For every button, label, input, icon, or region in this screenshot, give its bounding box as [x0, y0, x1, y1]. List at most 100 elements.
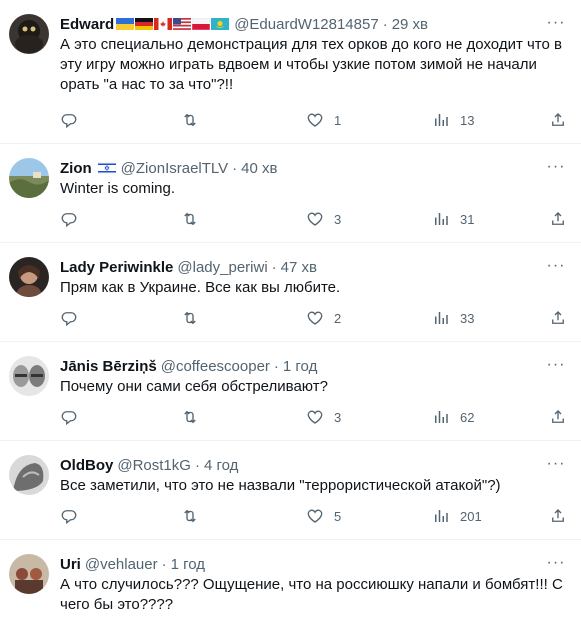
display-name[interactable]: OldBoy	[60, 457, 113, 474]
more-options-icon[interactable]: ···	[545, 552, 567, 574]
like-button[interactable]: 3	[306, 408, 341, 426]
timestamp[interactable]: 47 хв	[281, 259, 317, 276]
reply-button[interactable]	[60, 309, 78, 327]
share-icon	[549, 507, 567, 525]
timestamp[interactable]: 4 год	[204, 457, 238, 474]
more-options-icon[interactable]: ···	[545, 255, 567, 277]
avatar[interactable]	[9, 554, 49, 594]
tweet[interactable]: Jānis Bērziņš @coffeescooper · 1 год Поч…	[0, 342, 581, 441]
share-button[interactable]	[549, 507, 567, 525]
heart-icon	[306, 408, 324, 426]
handle[interactable]: @lady_periwi	[177, 259, 267, 276]
avatar[interactable]	[9, 257, 49, 297]
avatar[interactable]	[9, 14, 49, 54]
handle[interactable]: @vehlauer	[85, 556, 158, 573]
reply-icon	[60, 507, 78, 525]
handle[interactable]: @EduardW12814857	[234, 16, 379, 33]
timestamp[interactable]: 40 хв	[241, 160, 277, 177]
views-count: 62	[460, 409, 475, 425]
share-button[interactable]	[549, 408, 567, 426]
retweet-icon	[181, 309, 199, 327]
display-name[interactable]: Lady Periwinkle	[60, 259, 173, 276]
views-count: 33	[460, 310, 475, 326]
retweet-button[interactable]	[181, 507, 199, 525]
reply-button[interactable]	[60, 210, 78, 228]
like-count: 5	[334, 508, 342, 524]
views-button[interactable]: 31	[432, 210, 474, 228]
like-button[interactable]: 5	[306, 507, 341, 525]
avatar[interactable]	[9, 158, 49, 198]
germany-flag-icon	[135, 18, 154, 30]
tweet-text: А это специально демонстрация для тех ор…	[60, 36, 567, 93]
share-icon	[549, 408, 567, 426]
display-name[interactable]: Jānis Bērziņš	[60, 358, 157, 375]
more-options-icon[interactable]: ···	[545, 156, 567, 178]
reply-button[interactable]	[60, 408, 78, 426]
reply-icon	[60, 111, 78, 129]
like-button[interactable]: 2	[306, 309, 341, 327]
like-count: 1	[334, 112, 342, 128]
heart-icon	[306, 111, 324, 129]
kazakhstan-flag-icon	[211, 18, 230, 30]
retweet-button[interactable]	[181, 408, 199, 426]
handle[interactable]: @Rost1kG	[117, 457, 191, 474]
retweet-icon	[181, 408, 199, 426]
avatar[interactable]	[9, 455, 49, 495]
tweet[interactable]: Edward @EduardW12814857 · 29 хв А это сп…	[0, 0, 581, 144]
reply-button[interactable]	[60, 111, 78, 129]
tweet-text: Winter is coming.	[60, 180, 176, 197]
share-icon	[549, 210, 567, 228]
views-button[interactable]: 62	[432, 408, 474, 426]
retweet-icon	[181, 210, 199, 228]
tweet[interactable]: OldBoy @Rost1kG · 4 год Все заметили, чт…	[0, 441, 581, 540]
reply-icon	[60, 408, 78, 426]
share-button[interactable]	[549, 210, 567, 228]
israel-flag-icon	[97, 162, 116, 174]
separator: ·	[271, 258, 277, 276]
like-count: 3	[334, 211, 342, 227]
timestamp[interactable]: 29 хв	[392, 16, 428, 33]
canada-flag-icon	[154, 18, 173, 30]
reply-button[interactable]	[60, 507, 78, 525]
retweet-button[interactable]	[181, 111, 199, 129]
timestamp[interactable]: 1 год	[171, 556, 205, 573]
share-icon	[549, 111, 567, 129]
tweet-text: Почему они сами себя обстреливают?	[60, 378, 328, 395]
display-name[interactable]: Edward	[60, 16, 114, 33]
like-count: 2	[334, 310, 342, 326]
heart-icon	[306, 309, 324, 327]
views-icon	[432, 309, 450, 327]
display-name[interactable]: Zion	[60, 160, 92, 177]
usa-flag-icon	[173, 18, 192, 30]
handle[interactable]: @coffeescooper	[161, 358, 270, 375]
replies-feed: Edward @EduardW12814857 · 29 хв А это сп…	[0, 0, 581, 621]
ukraine-flag-icon	[116, 18, 135, 30]
views-button[interactable]: 33	[432, 309, 474, 327]
views-button[interactable]: 201	[432, 507, 482, 525]
tweet[interactable]: Zion @ZionIsraelTLV · 40 хв Winter is co…	[0, 144, 581, 243]
display-name[interactable]: Uri	[60, 556, 81, 573]
reply-icon	[60, 309, 78, 327]
tweet[interactable]: Uri @vehlauer · 1 год А что случилось???…	[0, 540, 581, 621]
more-options-icon[interactable]: ···	[545, 12, 567, 34]
tweet[interactable]: Lady Periwinkle @lady_periwi · 47 хв Пря…	[0, 243, 581, 342]
more-options-icon[interactable]: ···	[545, 453, 567, 475]
views-count: 201	[460, 508, 482, 524]
views-icon	[432, 111, 450, 129]
views-count: 31	[460, 211, 475, 227]
like-button[interactable]: 1	[306, 111, 341, 129]
more-options-icon[interactable]: ···	[545, 354, 567, 376]
handle[interactable]: @ZionIsraelTLV	[121, 160, 228, 177]
retweet-button[interactable]	[181, 210, 199, 228]
share-button[interactable]	[549, 111, 567, 129]
retweet-button[interactable]	[181, 309, 199, 327]
separator: ·	[194, 456, 200, 474]
poland-flag-icon	[192, 18, 211, 30]
views-button[interactable]: 13	[432, 111, 474, 129]
timestamp[interactable]: 1 год	[283, 358, 317, 375]
separator: ·	[232, 159, 238, 177]
share-button[interactable]	[549, 309, 567, 327]
avatar[interactable]	[9, 356, 49, 396]
tweet-text: Все заметили, что это не назвали "террор…	[60, 477, 501, 494]
like-button[interactable]: 3	[306, 210, 341, 228]
